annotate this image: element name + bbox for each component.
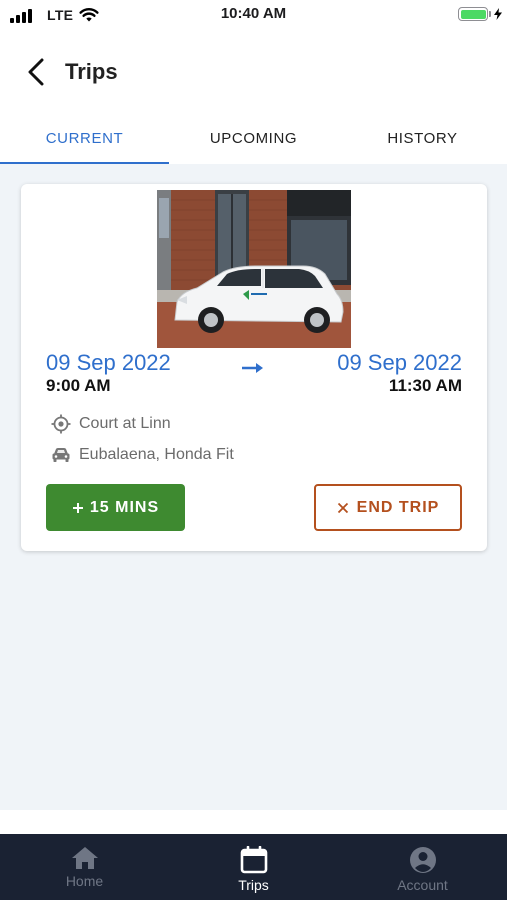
extend-trip-button[interactable]: 15 MINS — [46, 484, 185, 531]
bottom-nav: Home Trips Account — [0, 834, 507, 900]
nav-account[interactable]: Account — [338, 834, 507, 900]
status-bar: LTE 10:40 AM — [0, 0, 507, 30]
end-trip-button[interactable]: END TRIP — [314, 484, 462, 531]
location-label: Court at Linn — [79, 415, 171, 432]
end-time: 11:30 AM — [388, 376, 462, 395]
location-row: Court at Linn — [51, 414, 171, 434]
nav-trips[interactable]: Trips — [169, 834, 338, 900]
battery-icon — [458, 7, 488, 21]
end-trip-label: END TRIP — [356, 498, 440, 516]
nav-trips-label: Trips — [238, 877, 269, 893]
trip-tabs: CURRENT UPCOMING HISTORY — [0, 112, 507, 165]
charging-bolt-icon — [494, 8, 502, 20]
nav-account-label: Account — [397, 877, 448, 893]
start-date: 09 Sep 2022 — [46, 350, 171, 375]
vehicle-row: Eubalaena, Honda Fit — [51, 446, 234, 464]
status-time: 10:40 AM — [220, 5, 287, 22]
tab-current[interactable]: CURRENT — [0, 112, 169, 164]
nav-home[interactable]: Home — [0, 834, 169, 900]
vehicle-label: Eubalaena, Honda Fit — [79, 446, 234, 463]
start-time: 9:00 AM — [46, 376, 111, 395]
trip-card: 09 Sep 2022 9:00 AM 09 Sep 2022 11:30 AM… — [21, 184, 487, 551]
location-target-icon — [51, 414, 71, 434]
tab-upcoming[interactable]: UPCOMING — [169, 112, 338, 164]
chevron-left-icon — [28, 58, 44, 86]
battery-tip — [489, 11, 491, 17]
nav-home-label: Home — [65, 873, 104, 889]
vehicle-photo — [157, 190, 351, 348]
home-icon — [71, 847, 98, 869]
main-content: 09 Sep 2022 9:00 AM 09 Sep 2022 11:30 AM… — [0, 164, 507, 810]
close-icon — [337, 502, 348, 513]
end-date: 09 Sep 2022 — [337, 350, 462, 375]
tab-history[interactable]: HISTORY — [338, 112, 507, 164]
extend-trip-label: 15 MINS — [89, 498, 160, 516]
car-icon — [52, 448, 70, 462]
app-header: Trips — [0, 44, 507, 100]
arrow-right-icon — [242, 363, 263, 373]
page-title: Trips — [65, 59, 118, 84]
plus-icon — [72, 502, 83, 513]
calendar-icon — [240, 846, 267, 874]
bottom-spacer — [0, 810, 507, 834]
back-button[interactable] — [20, 56, 52, 88]
account-circle-icon — [409, 847, 436, 873]
